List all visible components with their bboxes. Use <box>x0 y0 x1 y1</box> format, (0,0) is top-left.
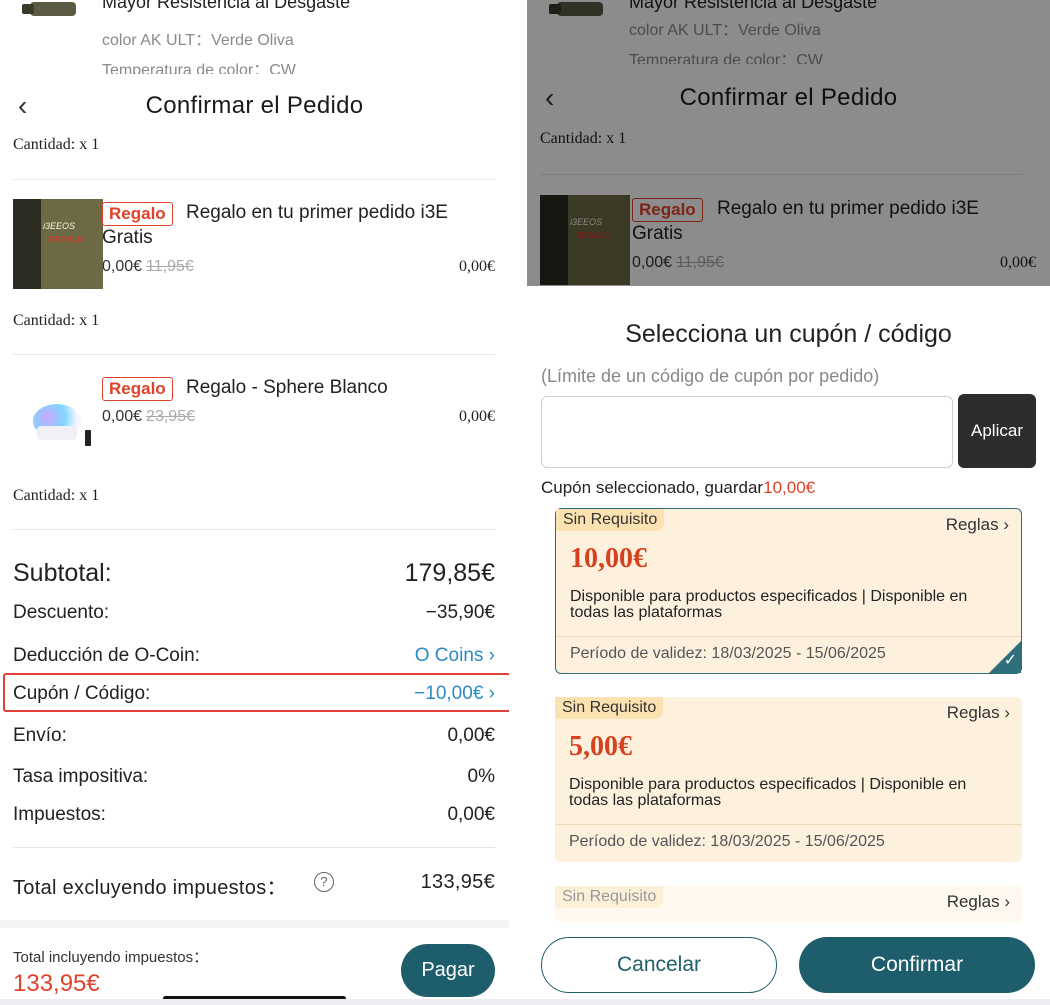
shipping-value: 0,00€ <box>447 725 495 746</box>
flashlight-thumbnail <box>18 0 90 22</box>
total-excluding-label: Total excluyendo impuestos： <box>13 877 287 899</box>
coupon-rules-link[interactable]: Reglas › <box>946 515 1009 535</box>
price-current: 0,00€ <box>102 408 143 425</box>
bottom-edge <box>0 999 1050 1005</box>
divider <box>13 354 495 355</box>
item-price: 0,00€ 23,95€ <box>102 408 195 426</box>
ocoin-label: Deducción de O-Coin: <box>13 645 200 666</box>
peek-line-3: Temperatura de color：CW <box>102 62 296 74</box>
item-name: Regalo en tu primer pedido i3E <box>186 202 448 223</box>
coupon-code-input[interactable] <box>541 396 953 468</box>
price-current: 0,00€ <box>102 258 143 275</box>
selected-amount: 10,00€ <box>763 478 816 497</box>
selected-prefix: Cupón seleccionado, guardar <box>541 478 764 497</box>
gift-box-brand: i3EEOS <box>43 221 76 231</box>
coupon-validity: Período de validez: 18/03/2025 - 15/06/2… <box>569 833 885 850</box>
total-excluding-value: 133,95€ <box>420 871 495 893</box>
coupon-description: Disponible para productos especificados … <box>570 588 968 621</box>
item-price: 0,00€ 11,95€ <box>102 258 194 276</box>
item-name: Regalo - Sphere Blanco <box>186 377 388 398</box>
coupon-tag: Sin Requisito <box>555 886 664 908</box>
subtotal-label: Subtotal: <box>13 559 112 587</box>
shipping-label: Envío: <box>13 725 67 746</box>
subtotal-value: 179,85€ <box>404 559 495 587</box>
taxes-label: Impuestos: <box>13 804 106 825</box>
product-peek: Mayor Resistencia al Desgaste color AK U… <box>0 0 509 80</box>
coupon-card[interactable]: Sin Requisito Reglas › <box>555 886 1022 922</box>
total-including-value: 133,95€ <box>13 970 100 997</box>
order-item: Regalo Regalo - Sphere Blanco 0,00€ 23,95… <box>0 374 509 474</box>
checkout-footer: Total incluyendo impuestos： 133,95€ Paga… <box>0 920 509 1005</box>
coupon-label: Cupón / Código: <box>13 683 151 704</box>
coupon-card[interactable]: Sin Requisito Reglas › 10,00€ Disponible… <box>555 508 1022 674</box>
page-title: Confirmar el Pedido <box>145 92 364 119</box>
coupon-sheet-screen: Mayor Resistencia al Desgaste color AK U… <box>527 0 1050 1005</box>
coupon-divider <box>555 824 1022 825</box>
item-amount: 0,00€ <box>459 258 495 275</box>
taxes-value: 0,00€ <box>447 804 495 825</box>
gift-box-image: i3EEOS REGALO <box>13 199 103 289</box>
gift-badge: Regalo <box>102 377 173 401</box>
coupon-tag: Sin Requisito <box>555 697 664 719</box>
tax-rate-label: Tasa impositiva: <box>13 766 149 787</box>
coupon-validity: Período de validez: 18/03/2025 - 15/06/2… <box>570 645 886 662</box>
divider <box>13 179 495 180</box>
quantity-label: Cantidad: x 1 <box>13 136 100 153</box>
panel-gap <box>509 0 527 1005</box>
sheet-title: Selecciona un cupón / código <box>625 320 952 348</box>
coupon-rules-link[interactable]: Reglas › <box>947 892 1010 912</box>
ocoin-link[interactable]: O Coins › <box>415 645 495 667</box>
selected-coupon-text: Cupón seleccionado, guardar10,00€ <box>541 478 815 498</box>
quantity-label: Cantidad: x 1 <box>13 487 100 504</box>
coupon-rules-link[interactable]: Reglas › <box>947 703 1010 723</box>
discount-value: −35,90€ <box>425 602 495 623</box>
checkmark-icon: ✓ <box>1003 652 1017 669</box>
peek-line-1: Mayor Resistencia al Desgaste <box>102 0 351 12</box>
gift-box-label: REGALO <box>49 235 84 244</box>
coupon-tag: Sin Requisito <box>556 509 665 531</box>
coupon-description: Disponible para productos especificados … <box>569 776 967 809</box>
coupon-link[interactable]: −10,00€ › <box>414 683 495 705</box>
page-header: ‹ Confirmar el Pedido <box>0 80 509 132</box>
price-original: 23,95€ <box>146 408 195 425</box>
confirm-button[interactable]: Confirmar <box>799 937 1035 993</box>
apply-button[interactable]: Aplicar <box>958 394 1036 468</box>
divider <box>13 529 495 530</box>
pay-button[interactable]: Pagar <box>401 944 495 997</box>
coupon-value: 10,00€ <box>570 543 647 574</box>
help-icon[interactable]: ? <box>314 872 334 892</box>
discount-label: Descuento: <box>13 602 110 623</box>
total-including-label: Total incluyendo impuestos： <box>13 949 209 966</box>
divider <box>13 847 495 848</box>
sheet-hint: (Límite de un código de cupón por pedido… <box>541 366 880 386</box>
item-amount: 0,00€ <box>459 408 495 425</box>
dim-overlay[interactable] <box>527 0 1050 286</box>
order-item: i3EEOS REGALO Regalo Regalo en tu primer… <box>0 199 509 299</box>
quantity-label: Cantidad: x 1 <box>13 312 100 329</box>
tax-rate-value: 0% <box>467 766 495 787</box>
price-original: 11,95€ <box>146 258 194 275</box>
item-name-line-2: Gratis <box>102 227 153 248</box>
coupon-value: 5,00€ <box>569 731 632 762</box>
coupon-divider <box>556 636 1021 637</box>
coupon-sheet: Selecciona un cupón / código (Límite de … <box>527 286 1050 1005</box>
gift-badge: Regalo <box>102 202 173 226</box>
cancel-button[interactable]: Cancelar <box>541 937 777 993</box>
sphere-lamp-image <box>13 374 103 464</box>
order-confirm-screen: Mayor Resistencia al Desgaste color AK U… <box>0 0 509 1005</box>
peek-line-2: color AK ULT：Verde Oliva <box>102 32 294 49</box>
coupon-card[interactable]: Sin Requisito Reglas › 5,00€ Disponible … <box>555 697 1022 862</box>
